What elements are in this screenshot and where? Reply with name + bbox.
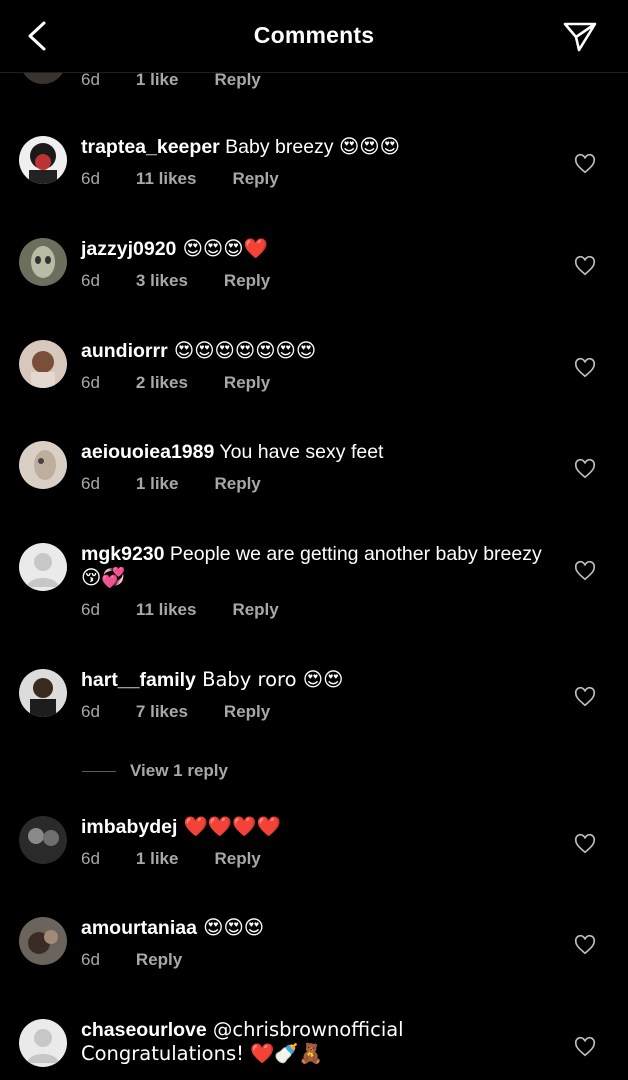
comment-text: Baby breezy 😍😍😍 [219, 136, 400, 158]
comment-username[interactable]: aundiorrr [81, 340, 168, 362]
comment-likes[interactable]: 1 like [136, 474, 179, 494]
comment-username[interactable]: aeiouoiea1989 [81, 441, 214, 463]
default-avatar-icon [27, 553, 59, 587]
page-title: Comments [253, 22, 375, 48]
comment-username[interactable]: imbabydej [81, 816, 177, 838]
avatar[interactable] [19, 136, 67, 184]
reply-button[interactable]: Reply [224, 373, 270, 393]
comment-time: 6d [81, 271, 100, 290]
like-heart-icon[interactable] [574, 686, 596, 708]
avatar[interactable] [19, 543, 67, 591]
send-icon [563, 22, 597, 52]
avatar[interactable] [19, 917, 67, 965]
comment-username[interactable]: jazzyj0920 [81, 238, 176, 260]
like-heart-icon[interactable] [574, 560, 596, 582]
reply-button[interactable]: Reply [232, 600, 278, 620]
avatar[interactable] [19, 238, 67, 286]
like-heart-icon[interactable] [574, 1036, 596, 1058]
comment-username[interactable]: chaseourlove [81, 1019, 207, 1041]
comment-time: 6d [81, 702, 100, 721]
reply-button[interactable]: Reply [224, 271, 270, 291]
comment-time: 6d [81, 950, 100, 969]
reply-button[interactable]: Reply [232, 169, 278, 189]
comment-text: 😍😍😍 [196, 916, 265, 939]
comment-time: 6d [81, 169, 100, 188]
default-avatar-icon [27, 1029, 59, 1063]
comment-text: 😍😍😍❤️ [176, 237, 268, 260]
comment-time: 6d [81, 600, 100, 619]
divider [82, 770, 116, 772]
comment-text: ❤️❤️❤️❤️ [177, 815, 281, 838]
comment-likes[interactable]: 11 likes [136, 600, 197, 620]
share-button[interactable] [560, 18, 600, 56]
like-heart-icon[interactable] [574, 357, 596, 379]
reply-button[interactable]: Reply [214, 849, 260, 869]
avatar[interactable] [19, 669, 67, 717]
comment-likes[interactable]: 7 likes [136, 702, 188, 722]
comment-likes[interactable]: 11 likes [136, 169, 197, 189]
avatar[interactable] [19, 816, 67, 864]
comment-username[interactable]: hart__family [81, 669, 196, 691]
comment-text: You have sexy feet [214, 441, 384, 463]
comment-username[interactable]: amourtaniaa [81, 917, 197, 939]
like-heart-icon[interactable] [574, 833, 596, 855]
comment-likes[interactable]: 2 likes [136, 373, 188, 393]
like-heart-icon[interactable] [574, 153, 596, 175]
comment-username[interactable]: traptea_keeper [81, 136, 220, 158]
avatar[interactable] [19, 1019, 67, 1067]
comment-text: Baby roro 😍😍 [195, 668, 344, 691]
avatar[interactable] [19, 441, 67, 489]
reply-button[interactable]: Reply [136, 950, 182, 970]
comment-likes[interactable]: 1 like [136, 849, 179, 869]
reply-button[interactable]: Reply [224, 702, 270, 722]
view-replies-button[interactable]: View 1 reply [82, 760, 228, 782]
avatar[interactable] [19, 340, 67, 388]
reply-button[interactable]: Reply [214, 70, 260, 90]
like-heart-icon[interactable] [574, 934, 596, 956]
like-heart-icon[interactable] [574, 458, 596, 480]
comment-likes[interactable]: 1 like [136, 70, 179, 90]
comment-time: 6d [81, 474, 100, 493]
reply-button[interactable]: Reply [214, 474, 260, 494]
comment-time: 6d [81, 849, 100, 868]
like-heart-icon[interactable] [574, 255, 596, 277]
comment-time: 6d [81, 373, 100, 392]
comment-likes[interactable]: 3 likes [136, 271, 188, 291]
header-bar: Comments [0, 0, 628, 73]
comment-text: 😍😍😍😍😍😍😍 [167, 339, 317, 362]
view-replies-label: View 1 reply [130, 761, 228, 780]
comment-username[interactable]: mgk9230 [81, 543, 164, 565]
comment-time: 6d [81, 70, 100, 89]
